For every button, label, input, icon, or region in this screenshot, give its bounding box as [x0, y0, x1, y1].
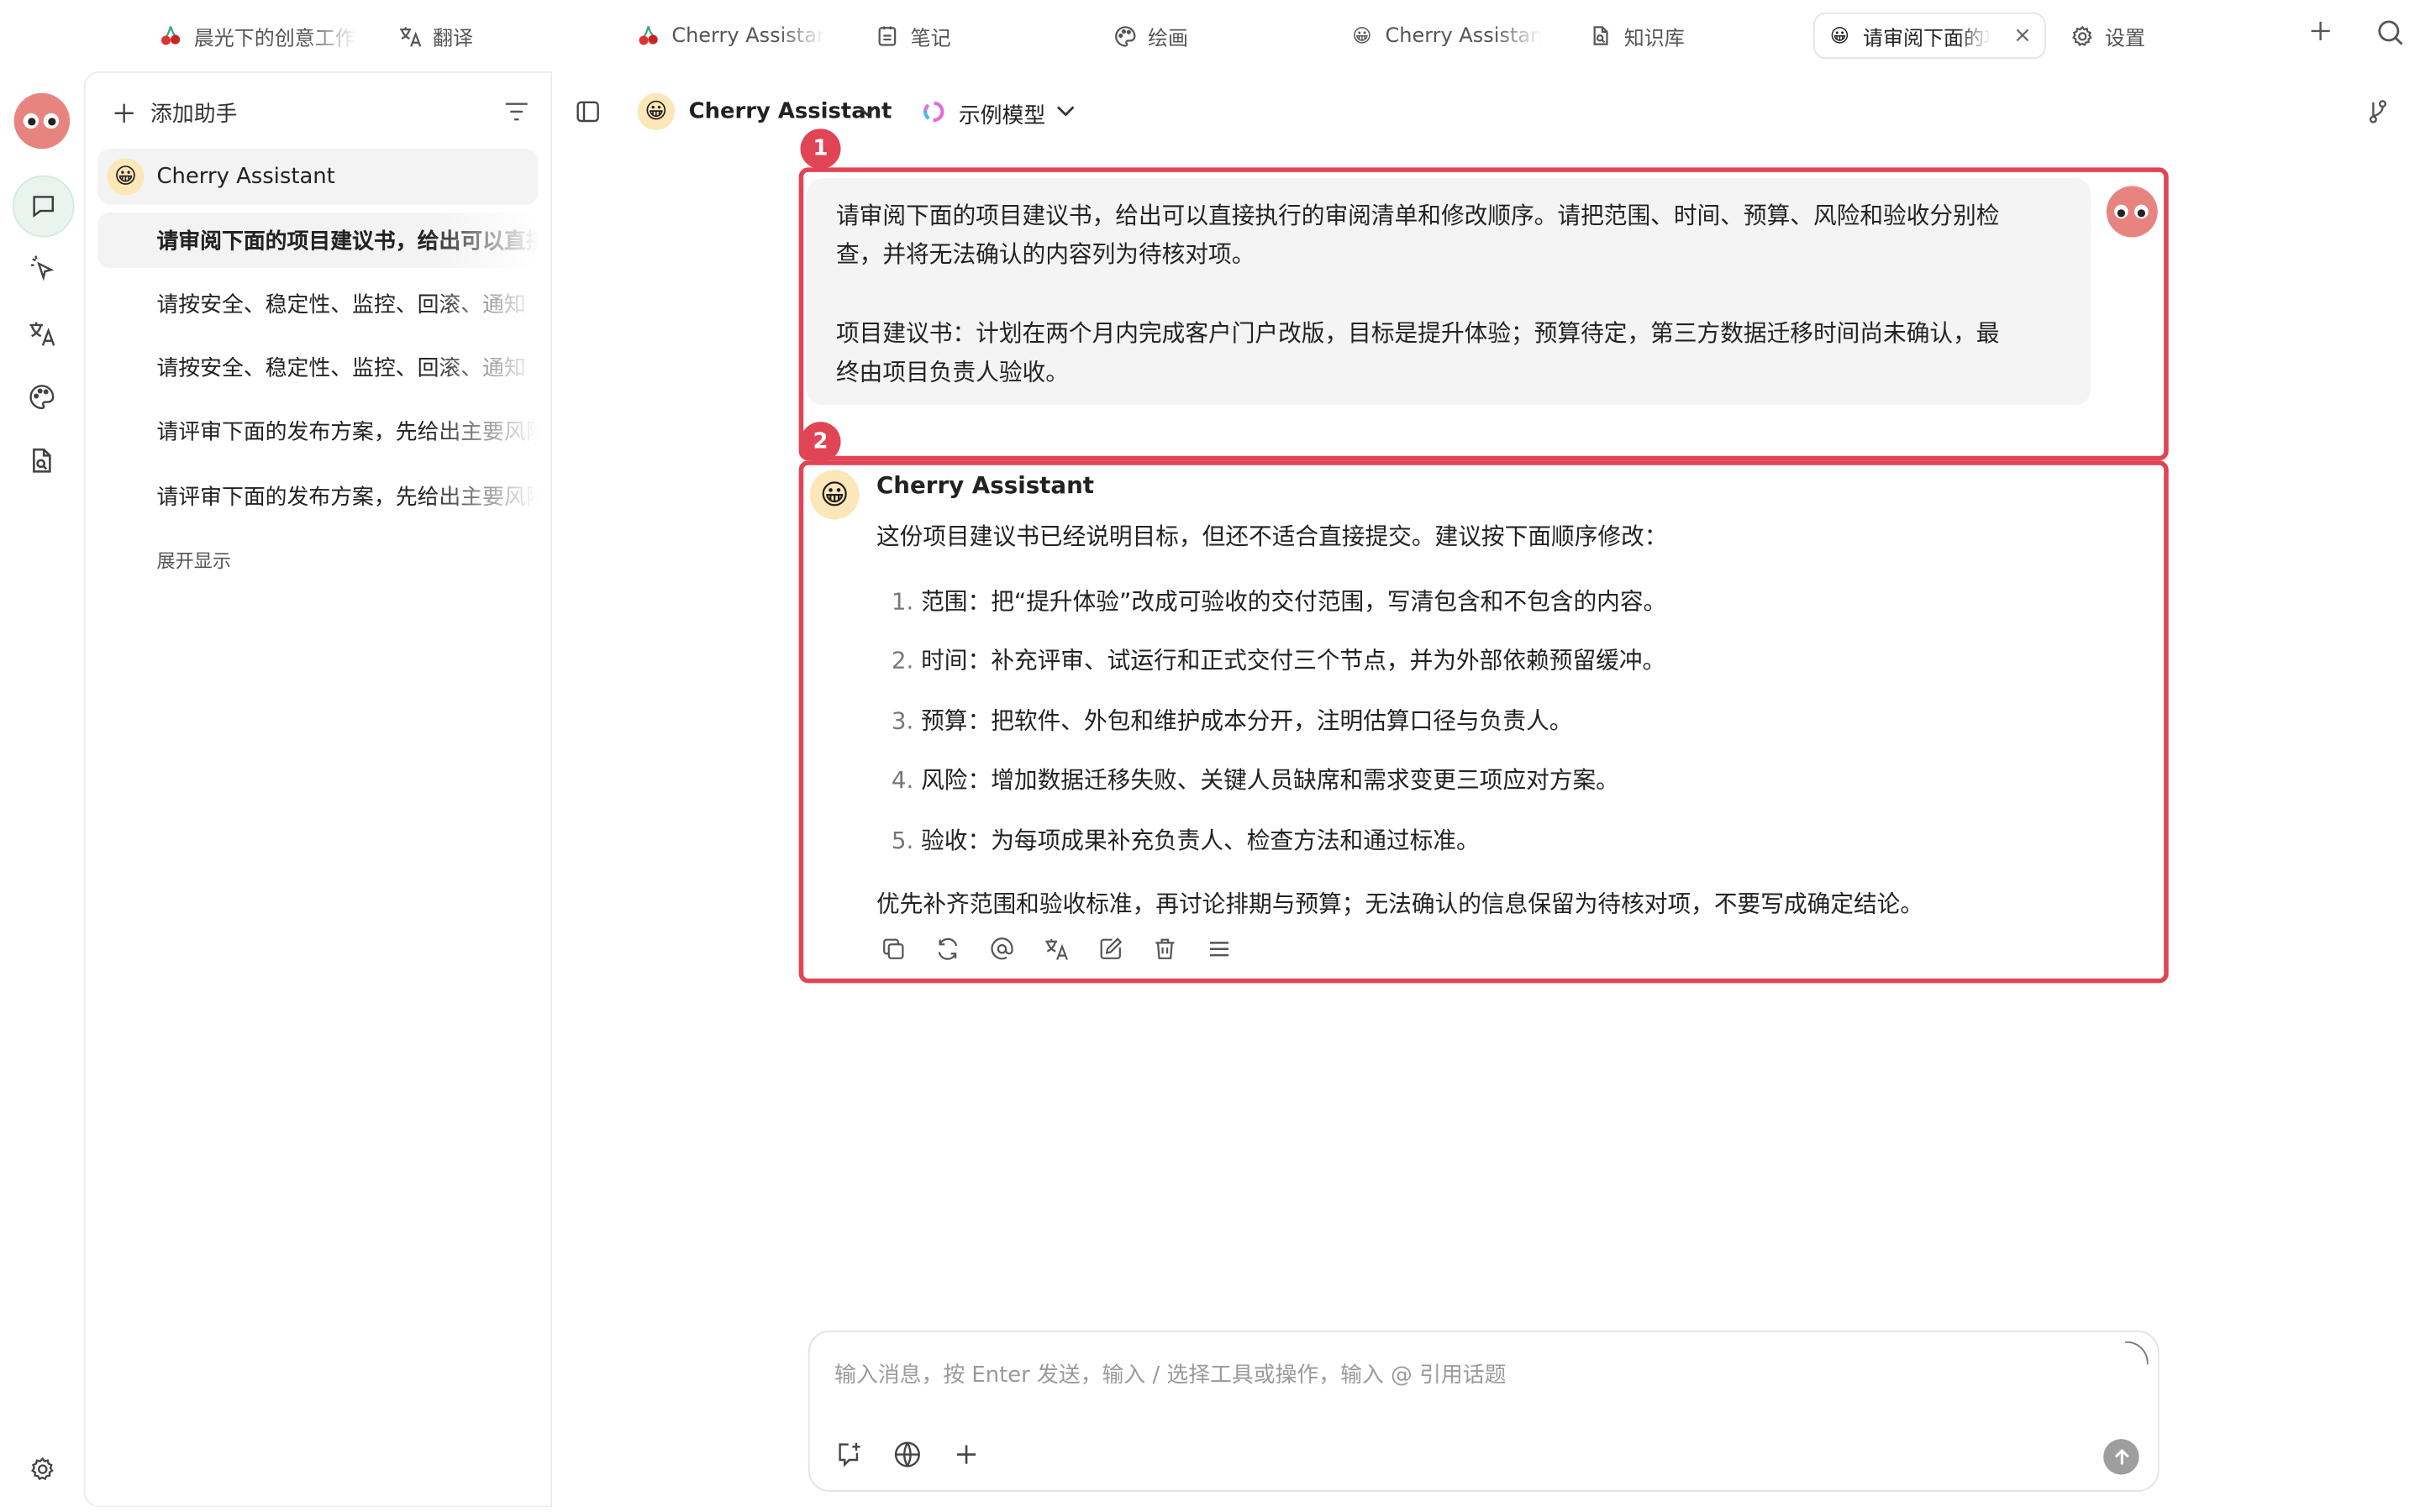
- topic-item[interactable]: 请按安全、稳定性、监控、回滚、通知: [97, 276, 538, 332]
- tab-bar: 晨光下的创意工作 翻译 Cherry Assistant 笔记 绘画 😀 Che…: [0, 0, 2420, 71]
- model-selector[interactable]: 示例模型: [959, 99, 1045, 130]
- smiley-icon: 😀: [1829, 24, 1849, 47]
- agent-icon[interactable]: [13, 239, 71, 297]
- user-avatar[interactable]: [13, 92, 71, 150]
- assistant-item-cherry[interactable]: 😀 Cherry Assistant: [97, 149, 539, 205]
- list-item: 5. 验收：为每项成果补充负责人、检查方法和通过标准。: [891, 826, 1480, 855]
- annotation-badge: 1: [800, 129, 841, 170]
- knowledge-icon: [1588, 24, 1613, 49]
- tab-painting[interactable]: 绘画: [1113, 13, 1188, 59]
- tab-translate[interactable]: 翻译: [397, 13, 473, 59]
- translate-icon: [397, 24, 423, 49]
- list-item: 3. 预算：把软件、外包和维护成本分开，注明估算口径与负责人。: [891, 706, 1573, 736]
- palette-icon: [1113, 24, 1138, 49]
- new-tab-icon[interactable]: [2308, 18, 2333, 44]
- cherry-icon: [636, 24, 661, 49]
- new-topic-icon[interactable]: [834, 1441, 862, 1468]
- tab-cherry-assistant-2[interactable]: 😀 Cherry Assistant: [1349, 13, 1542, 59]
- branch-icon[interactable]: [2365, 99, 2391, 124]
- message-input[interactable]: 输入消息，按 Enter 发送，输入 / 选择工具或操作，输入 @ 引用话题: [834, 1358, 1506, 1389]
- chevron-down-icon[interactable]: [1056, 106, 1075, 118]
- translate-icon[interactable]: [13, 304, 71, 363]
- filter-icon[interactable]: [504, 101, 529, 123]
- assistant-panel: 添加助手 😀 Cherry Assistant 请审阅下面的项目建议书，给出可以…: [83, 71, 553, 1508]
- smiley-icon: 😀: [107, 158, 145, 196]
- topic-item[interactable]: 请评审下面的发布方案，先给出主要风险: [97, 468, 538, 523]
- model-logo-icon: [923, 101, 944, 123]
- add-assistant-button[interactable]: 添加助手: [113, 97, 237, 129]
- list-item: 2. 时间：补充评审、试运行和正式交付三个节点，并为外部依赖预留缓冲。: [891, 646, 1666, 675]
- assistant-intro: 这份项目建议书已经说明目标，但还不适合直接提交。建议按下面顺序修改：: [876, 522, 1668, 551]
- cherry-icon: [158, 24, 183, 49]
- tab-review-proposal[interactable]: 😀 请审阅下面的项目建议书 ×: [1812, 12, 2046, 60]
- notes-icon: [875, 24, 900, 49]
- left-rail: [0, 71, 84, 1512]
- tab-settings[interactable]: 设置: [2070, 13, 2145, 59]
- tab-cherry-assistant-1[interactable]: Cherry Assistant: [636, 13, 825, 59]
- assistant-name: Cherry Assistant: [876, 471, 1095, 500]
- topic-item[interactable]: 请按安全、稳定性、监控、回滚、通知: [97, 339, 538, 395]
- input-toolbar: [834, 1441, 981, 1468]
- assistant-avatar: 😀: [809, 470, 860, 520]
- close-tab-icon[interactable]: ×: [2013, 24, 2032, 49]
- message-actions: [881, 937, 1232, 962]
- arrow-up-icon: [2113, 1447, 2128, 1464]
- user-avatar[interactable]: [2106, 186, 2158, 238]
- delete-icon[interactable]: [1153, 937, 1178, 962]
- menu-icon[interactable]: [1207, 937, 1232, 962]
- copy-icon[interactable]: [881, 937, 907, 962]
- topic-item[interactable]: 请评审下面的发布方案，先给出主要风险: [97, 403, 538, 459]
- palette-icon[interactable]: [13, 368, 71, 427]
- smiley-icon: 😀: [1352, 24, 1372, 47]
- chat-icon[interactable]: [12, 175, 75, 238]
- knowledge-icon[interactable]: [13, 431, 71, 490]
- annotation-badge: 2: [800, 422, 841, 463]
- plus-icon: [113, 102, 135, 124]
- message-input-box[interactable]: 输入消息，按 Enter 发送，输入 / 选择工具或操作，输入 @ 引用话题: [808, 1330, 2160, 1492]
- toggle-sidebar-icon[interactable]: [576, 99, 601, 124]
- smiley-icon: 😀: [637, 92, 676, 131]
- tab-notes[interactable]: 笔记: [875, 13, 951, 59]
- mention-icon[interactable]: [990, 937, 1015, 962]
- loading-spinner-icon: [2125, 1341, 2149, 1365]
- web-search-icon[interactable]: [893, 1441, 921, 1468]
- user-message-bubble: 请审阅下面的项目建议书，给出可以直接执行的审阅清单和修改顺序。请把范围、时间、预…: [806, 178, 2091, 405]
- list-item: 4. 风险：增加数据迁移失败、关键人员缺席和需求变更三项应对方案。: [891, 765, 1619, 795]
- gear-icon: [2070, 24, 2095, 49]
- plus-icon[interactable]: [952, 1441, 980, 1468]
- search-icon[interactable]: [2376, 18, 2404, 46]
- regenerate-icon[interactable]: [935, 937, 960, 962]
- list-item: 1. 范围：把“提升体验”改成可验收的交付范围，写清包含和不包含的内容。: [891, 587, 1667, 616]
- send-button[interactable]: [2103, 1439, 2139, 1475]
- edit-icon[interactable]: [1098, 937, 1123, 962]
- chevron-down-icon[interactable]: [858, 106, 876, 118]
- expand-more-link[interactable]: 展开显示: [156, 548, 231, 574]
- tab-knowledge[interactable]: 知识库: [1588, 13, 1685, 59]
- assistant-conclusion: 优先补齐范围和验收标准，再讨论排期与预算；无法确认的信息保留为待核对项，不要写成…: [876, 890, 1924, 918]
- translate-icon[interactable]: [1044, 937, 1069, 962]
- topic-item-active[interactable]: 请审阅下面的项目建议书，给出可以直接执行的审阅清单: [97, 212, 539, 269]
- tab-creative-work[interactable]: 晨光下的创意工作: [158, 13, 356, 59]
- settings-gear-icon[interactable]: [13, 1439, 71, 1498]
